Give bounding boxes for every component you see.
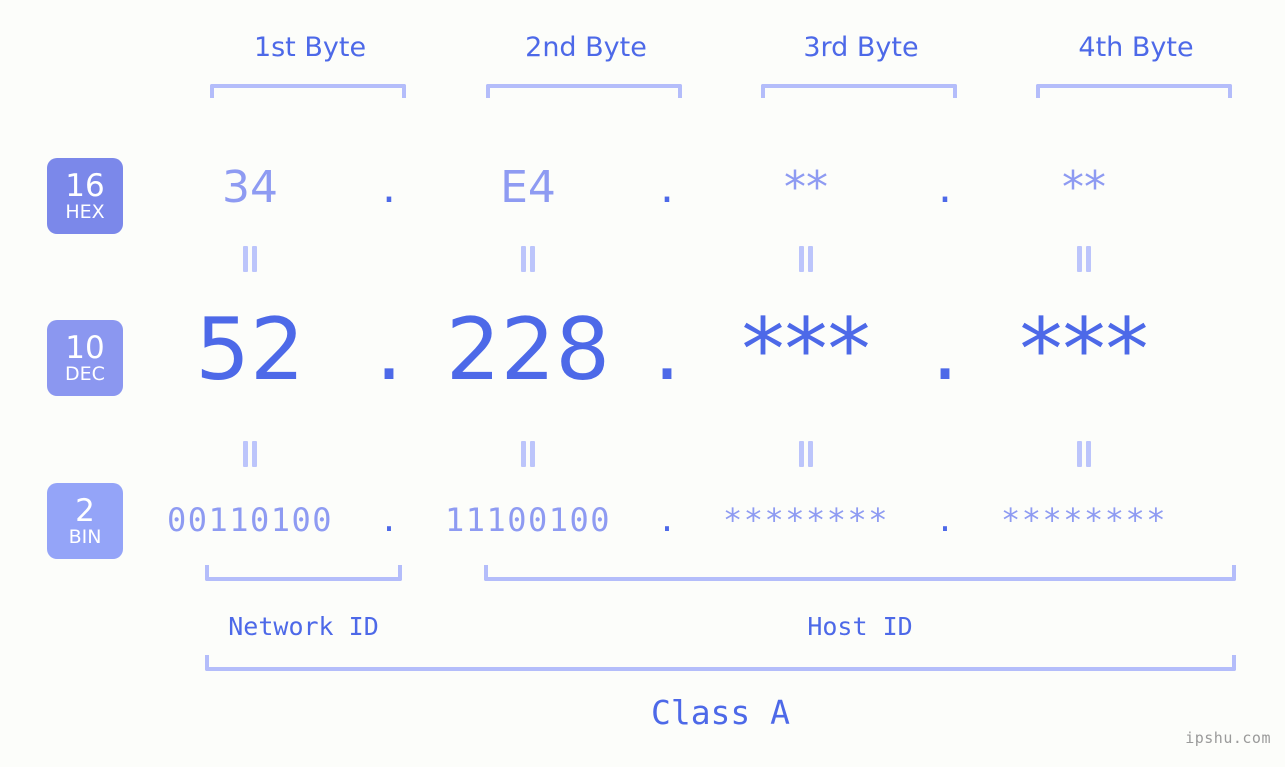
equals-icon [1076, 441, 1092, 467]
equals-cell-8 [984, 441, 1184, 467]
dec-byte-4: *** [1019, 300, 1149, 400]
equals-icon [520, 441, 536, 467]
bin-byte-3: ******** [722, 501, 890, 539]
base-badge-hex: 16 HEX [47, 158, 123, 234]
equals-icon [798, 246, 814, 272]
equals-cell-4 [984, 246, 1184, 272]
base-badge-hex-label: HEX [65, 200, 105, 223]
base-badge-bin: 2 BIN [47, 483, 123, 559]
hex-separator-1: . [382, 162, 396, 213]
base-badge-bin-label: BIN [68, 525, 102, 548]
dec-byte-2: 228 [445, 300, 611, 400]
hex-separator-3: . [938, 162, 952, 213]
equals-cell-2 [428, 246, 628, 272]
equals-row-hex-dec [150, 246, 1285, 272]
bin-value-row: 00110100 . 11100100 . ******** . *******… [150, 495, 1285, 545]
bin-byte-4: ******** [1000, 501, 1168, 539]
bin-byte-1: 00110100 [166, 501, 334, 539]
dec-byte-1: 52 [195, 300, 305, 400]
hex-separator-2: . [660, 162, 674, 213]
network-id-bracket [205, 565, 402, 581]
byte-bracket-2 [486, 84, 682, 98]
equals-cell-3 [706, 246, 906, 272]
hex-value-row: 34 . E4 . ** . ** [150, 158, 1285, 218]
base-badge-dec-number: 10 [65, 329, 105, 366]
bin-byte-2: 11100100 [444, 501, 612, 539]
byte-header-1: 1st Byte [253, 32, 367, 63]
equals-icon [520, 246, 536, 272]
bin-separator-2: . [657, 501, 677, 539]
byte-bracket-4 [1036, 84, 1232, 98]
byte-header-3: 3rd Byte [803, 32, 919, 63]
watermark: ipshu.com [1185, 729, 1271, 747]
hex-byte-3: ** [784, 162, 828, 213]
dec-separator-2: . [653, 300, 681, 400]
base-badge-dec: 10 DEC [47, 320, 123, 396]
ip-byte-diagram: 1st Byte 2nd Byte 3rd Byte 4th Byte 16 H… [0, 0, 1285, 767]
byte-header-2: 2nd Byte [525, 32, 647, 63]
equals-icon [798, 441, 814, 467]
byte-header-4: 4th Byte [1078, 32, 1194, 63]
hex-byte-1: 34 [222, 162, 278, 213]
dec-value-row: 52 . 228 . *** . *** [150, 296, 1285, 404]
hex-byte-4: ** [1062, 162, 1106, 213]
host-id-label: Host ID [807, 612, 913, 641]
base-badge-dec-label: DEC [65, 362, 105, 385]
class-bracket [205, 655, 1236, 671]
host-id-bracket [484, 565, 1236, 581]
equals-icon [242, 246, 258, 272]
dec-byte-3: *** [741, 300, 871, 400]
byte-bracket-3 [761, 84, 957, 98]
byte-bracket-1 [210, 84, 406, 98]
bin-separator-1: . [379, 501, 399, 539]
dec-separator-1: . [375, 300, 403, 400]
hex-byte-2: E4 [500, 162, 556, 213]
bin-separator-3: . [935, 501, 955, 539]
base-badge-hex-number: 16 [65, 167, 105, 204]
base-badge-bin-number: 2 [75, 492, 95, 529]
equals-cell-1 [150, 246, 350, 272]
equals-icon [1076, 246, 1092, 272]
equals-cell-5 [150, 441, 350, 467]
equals-cell-7 [706, 441, 906, 467]
equals-cell-6 [428, 441, 628, 467]
class-label: Class A [650, 693, 791, 732]
equals-icon [242, 441, 258, 467]
equals-row-dec-bin [150, 441, 1285, 467]
dec-separator-3: . [931, 300, 959, 400]
network-id-label: Network ID [228, 612, 379, 641]
